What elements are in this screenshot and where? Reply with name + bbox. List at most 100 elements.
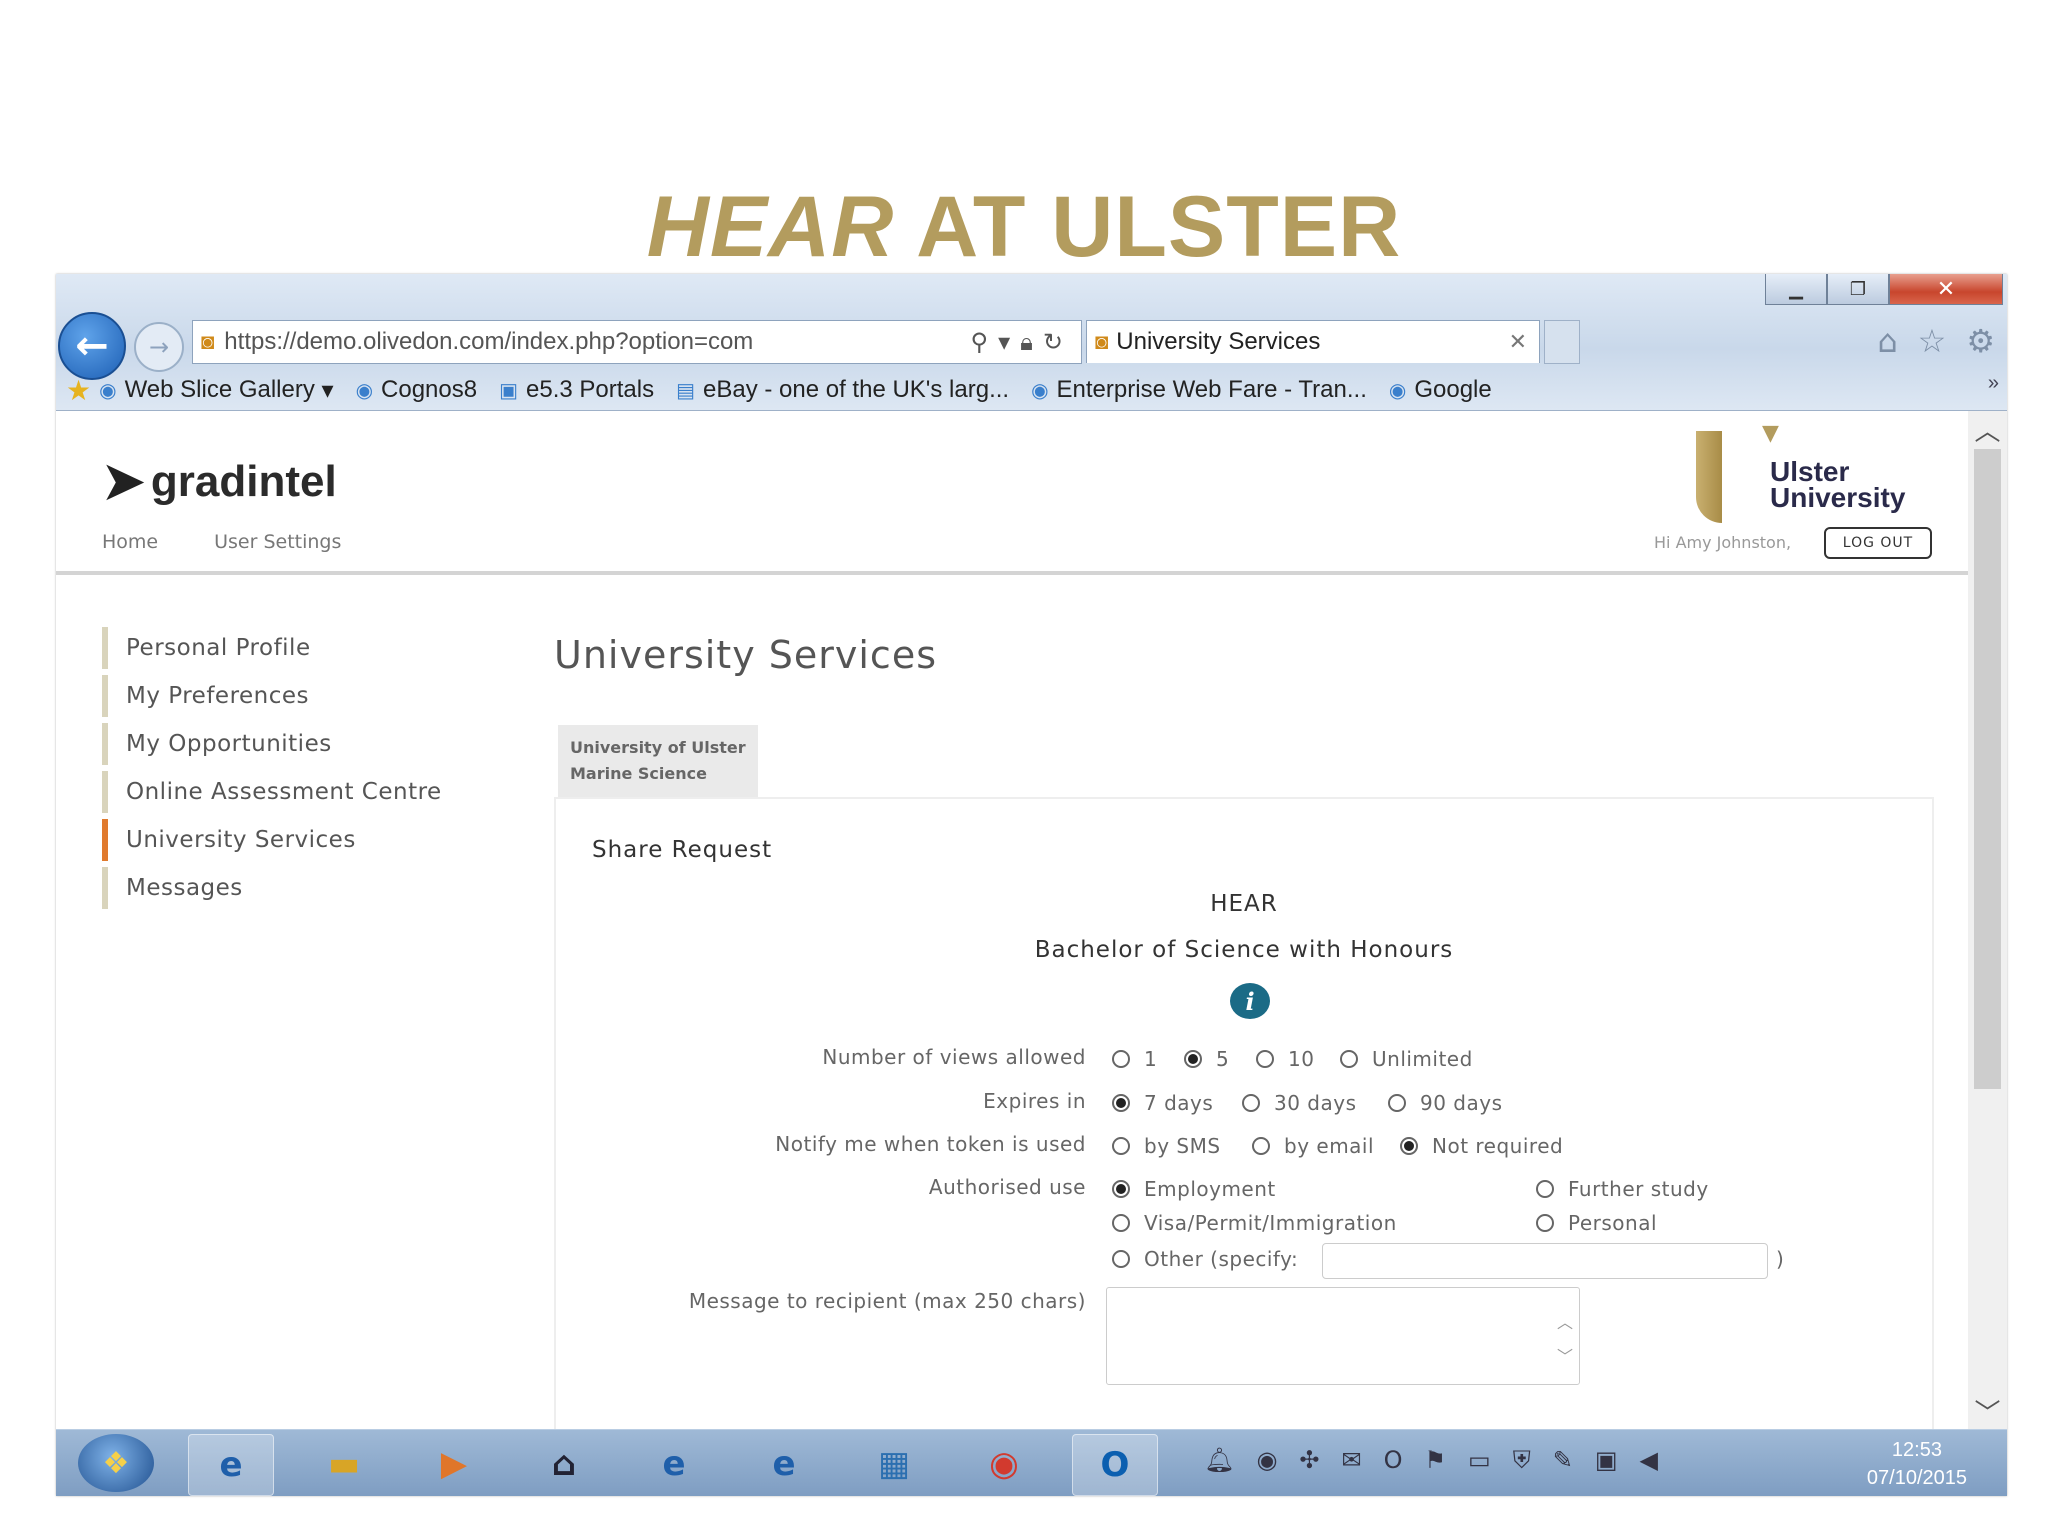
outlook-icon[interactable]: O (1072, 1434, 1158, 1496)
textarea-scroll-icons[interactable]: ︿ ﹀ (1557, 1306, 1573, 1374)
gear-icon[interactable]: ⚙ (1966, 322, 1995, 360)
radio-selected[interactable] (1112, 1180, 1130, 1198)
forward-button[interactable]: → (134, 322, 184, 372)
favorite-web-slice-gallery[interactable]: ◉ Web Slice Gallery ▾ (99, 376, 333, 405)
views-option-unlimited[interactable]: Unlimited (1340, 1047, 1473, 1071)
scroll-up-icon[interactable]: ︿ (1968, 411, 2007, 447)
media-player-icon[interactable]: ▶ (412, 1434, 496, 1494)
message-textarea[interactable]: ︿ ﹀ (1106, 1287, 1580, 1385)
desktop-app-icon[interactable]: ⌂ (522, 1434, 606, 1494)
ie-page-icon: ◉ (1388, 379, 1407, 402)
chrome-icon[interactable]: ◉ (962, 1434, 1046, 1494)
views-option-5[interactable]: 5 (1184, 1047, 1229, 1071)
radio[interactable] (1112, 1050, 1130, 1068)
sidebar-item-university-services[interactable]: University Services (102, 819, 506, 861)
browser-tab[interactable]: ◙ University Services ✕ (1086, 320, 1540, 363)
expires-option-90[interactable]: 90 days (1388, 1091, 1503, 1115)
maximize-button[interactable]: ❐ (1827, 274, 1889, 305)
radio[interactable] (1112, 1137, 1130, 1155)
more-favorites-icon[interactable]: » (1988, 372, 1999, 395)
network-share-icon[interactable]: ✣ (1299, 1446, 1319, 1474)
use-option-personal[interactable]: Personal (1536, 1211, 1657, 1235)
radio[interactable] (1340, 1050, 1358, 1068)
flag-icon[interactable]: ⚑ (1425, 1446, 1447, 1474)
chrome-tray-icon[interactable]: ◉ (1256, 1446, 1277, 1474)
views-option-10[interactable]: 10 (1256, 1047, 1314, 1071)
ie-mail-icon[interactable]: e (742, 1434, 826, 1494)
gradintel-logo[interactable]: ➤ gradintel (100, 449, 337, 514)
close-window-button[interactable]: ✕ (1889, 274, 2003, 305)
outlook-tray-icon[interactable]: O (1384, 1446, 1403, 1474)
radio[interactable] (1112, 1214, 1130, 1232)
address-actions[interactable]: ⚲▾🔒︎↻ (970, 328, 1081, 357)
vertical-scrollbar[interactable]: ︿ ﹀ (1968, 411, 2007, 1429)
nav-user-settings[interactable]: User Settings (214, 531, 341, 553)
favorites-star-icon[interactable]: ☆ (1918, 322, 1947, 360)
radio[interactable] (1112, 1250, 1130, 1268)
other-use-input[interactable] (1322, 1243, 1768, 1279)
radio[interactable] (1256, 1050, 1274, 1068)
favorite-e53-portals[interactable]: ▣ e5.3 Portals (499, 376, 654, 404)
favorite-enterprise[interactable]: ◉ Enterprise Web Fare - Tran... (1031, 376, 1367, 404)
file-explorer-icon[interactable]: ▬ (302, 1434, 386, 1494)
calendar-app-icon[interactable]: ▦ (852, 1434, 936, 1494)
radio[interactable] (1536, 1180, 1554, 1198)
views-option-1[interactable]: 1 (1112, 1047, 1157, 1071)
expires-option-7[interactable]: 7 days (1112, 1091, 1213, 1115)
notification-bell-icon[interactable]: 🔔︎ (1204, 1446, 1234, 1474)
display-icon[interactable]: ▣ (1595, 1446, 1618, 1474)
radio[interactable] (1242, 1094, 1260, 1112)
address-bar[interactable]: ◙ https://demo.olivedon.com/index.php?op… (192, 320, 1082, 364)
scroll-down-icon[interactable]: ﹀ (1968, 1393, 2007, 1429)
notify-option-not-required[interactable]: Not required (1400, 1134, 1563, 1158)
radio-selected[interactable] (1112, 1094, 1130, 1112)
system-clock[interactable]: 12:53 07/10/2015 (1867, 1436, 1967, 1492)
notify-option-sms[interactable]: by SMS (1112, 1134, 1221, 1158)
favorite-cognos8[interactable]: ◉ Cognos8 (356, 376, 478, 404)
antivirus-shield-icon[interactable]: ⛨ (1513, 1446, 1531, 1474)
dropdown-icon[interactable]: ▾ (998, 329, 1020, 356)
refresh-icon[interactable]: ↻ (1043, 329, 1073, 356)
use-option-visa[interactable]: Visa/Permit/Immigration (1112, 1211, 1397, 1235)
favorites-icon[interactable]: ★ (66, 374, 91, 407)
computer-icon[interactable]: ▭ (1468, 1446, 1491, 1474)
pen-icon[interactable]: ✎ (1553, 1446, 1573, 1474)
logout-button[interactable]: LOG OUT (1824, 527, 1932, 559)
expires-option-30[interactable]: 30 days (1242, 1091, 1357, 1115)
tab-close-icon[interactable]: ✕ (1509, 329, 1527, 355)
option-label: Employment (1144, 1177, 1276, 1201)
sidebar-item-my-preferences[interactable]: My Preferences (102, 675, 506, 717)
ebay-icon: ▤ (676, 379, 695, 402)
nav-home[interactable]: Home (102, 531, 158, 553)
start-button[interactable]: ❖ (78, 1434, 154, 1492)
use-option-employment[interactable]: Employment (1112, 1177, 1276, 1201)
favorite-google[interactable]: ◉ Google (1389, 376, 1492, 404)
mail-envelope-icon[interactable]: ✉ (1342, 1446, 1362, 1474)
institution-tab[interactable]: University of Ulster Marine Science (558, 725, 758, 797)
info-icon[interactable]: i (1230, 983, 1270, 1019)
radio-selected[interactable] (1184, 1050, 1202, 1068)
chevron-down-icon[interactable]: ﹀ (1557, 1340, 1573, 1374)
internet-explorer-task-icon[interactable]: e (188, 1434, 274, 1496)
internet-explorer-icon[interactable]: e (632, 1434, 716, 1494)
new-tab-button[interactable] (1544, 320, 1580, 364)
use-option-further-study[interactable]: Further study (1536, 1177, 1709, 1201)
radio[interactable] (1536, 1214, 1554, 1232)
minimize-button[interactable]: ▁ (1765, 274, 1827, 305)
scroll-thumb[interactable] (1974, 449, 2001, 1089)
radio[interactable] (1388, 1094, 1406, 1112)
volume-icon[interactable]: ◀ (1640, 1446, 1658, 1474)
sidebar-item-my-opportunities[interactable]: My Opportunities (102, 723, 506, 765)
sidebar-item-personal-profile[interactable]: Personal Profile (102, 627, 506, 669)
search-icon[interactable]: ⚲ (970, 329, 998, 356)
radio-selected[interactable] (1400, 1137, 1418, 1155)
radio[interactable] (1252, 1137, 1270, 1155)
favorite-ebay[interactable]: ▤ eBay - one of the UK's larg... (676, 376, 1009, 404)
chevron-up-icon[interactable]: ︿ (1557, 1306, 1573, 1340)
expires-label: Expires in (983, 1089, 1086, 1113)
sidebar-item-messages[interactable]: Messages (102, 867, 506, 909)
home-icon[interactable]: ⌂ (1877, 322, 1897, 360)
sidebar-item-online-assessment[interactable]: Online Assessment Centre (102, 771, 506, 813)
notify-option-email[interactable]: by email (1252, 1134, 1374, 1158)
use-option-other[interactable]: Other (specify: (1112, 1247, 1298, 1271)
